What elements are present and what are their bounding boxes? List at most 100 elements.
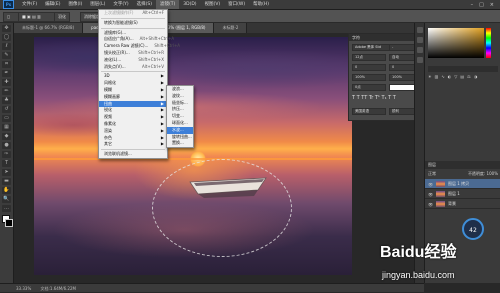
minimize-icon[interactable]: – — [471, 2, 474, 8]
font-size-field[interactable]: 12点 — [352, 54, 386, 61]
distort-menu-item[interactable]: 球面化... — [167, 120, 193, 127]
filter-menu-item[interactable]: 浏览联机滤镜... — [99, 151, 167, 158]
filter-menu-item[interactable]: 像素化 ▶ — [99, 121, 167, 128]
exposure-icon[interactable]: ◐ — [448, 74, 452, 79]
filter-menu-item[interactable]: Camera Raw 滤镜(C)... Shift+Ctrl+A — [99, 43, 180, 50]
color-balance-icon[interactable]: ⚖ — [467, 74, 471, 79]
menu-separator — [101, 149, 165, 151]
menu-item[interactable]: 文件(F) — [18, 0, 41, 9]
distort-menu-item[interactable]: 置换... — [167, 140, 193, 147]
menu-item-label: Camera Raw 滤镜(C)... — [104, 43, 149, 49]
lasso-tool-icon[interactable]: ℓ — [2, 43, 11, 50]
history-brush-tool-icon[interactable]: ↺ — [2, 106, 11, 113]
menu-item[interactable]: 图像(I) — [64, 0, 86, 9]
menu-item-label: 上次滤镜操作(F) — [104, 10, 134, 15]
text-style-buttons[interactable]: T T TT Tr T¹ T₁ T T — [352, 95, 422, 102]
visibility-eye-icon[interactable]: 👁 — [428, 182, 433, 187]
brush-tool-icon[interactable]: ✏ — [2, 88, 11, 95]
more-tools-icon[interactable]: … — [2, 205, 11, 212]
paragraph-panel-icon[interactable] — [417, 57, 423, 63]
kerning-field[interactable]: 0 — [352, 64, 386, 71]
language-select[interactable]: 美国英语 — [352, 108, 386, 115]
filter-menu-item[interactable]: 上次滤镜操作(F) Alt+Ctrl+F — [99, 10, 167, 17]
filter-menu-item[interactable]: 模糊画廊 ▶ — [99, 94, 167, 101]
gradient-tool-icon[interactable]: ▦ — [2, 124, 11, 131]
marquee-tool-icon[interactable]: ◯ — [2, 34, 11, 41]
document-tab[interactable]: 未标题-1 @ 66.7% (RGB/8) — [14, 23, 84, 33]
hue-sat-icon[interactable]: ▤ — [460, 74, 464, 79]
type-tool-icon[interactable]: T — [2, 160, 11, 167]
selection-mode-buttons[interactable]: ■ ▣ ▤ ▥ — [18, 12, 56, 22]
zoom-tool-icon[interactable]: 🔍 — [2, 196, 11, 203]
move-tool-icon[interactable]: ✥ — [2, 25, 11, 32]
path-select-tool-icon[interactable]: ➤ — [2, 169, 11, 176]
visibility-eye-icon[interactable]: 👁 — [428, 202, 433, 207]
levels-icon[interactable]: ▥ — [435, 74, 439, 79]
filter-menu-item[interactable]: 转换为智能滤镜(S) — [99, 20, 167, 27]
visibility-eye-icon[interactable]: 👁 — [428, 192, 433, 197]
layer-row[interactable]: 👁 背景 — [425, 199, 500, 209]
menu-item[interactable]: 3D(D) — [179, 0, 200, 9]
character-panel-icon[interactable] — [417, 47, 423, 53]
filter-menu-item[interactable]: 风格化 ▶ — [99, 80, 167, 87]
blend-mode-select[interactable]: 正常 — [428, 171, 436, 177]
crop-tool-icon[interactable]: ⌗ — [2, 61, 11, 68]
layer-list: 👁 图层 1 拷贝 👁 图层 1 👁 背景 — [425, 179, 500, 209]
menu-item[interactable]: 视图(V) — [201, 0, 225, 9]
color-swatches[interactable] — [2, 215, 13, 229]
document-tab[interactable]: 未标题-2 — [214, 23, 248, 33]
elliptical-selection-marquee[interactable] — [152, 159, 292, 257]
filter-menu-item[interactable]: 模糊 ▶ — [99, 87, 167, 94]
close-icon[interactable]: × — [490, 2, 494, 8]
blur-tool-icon[interactable]: ◆ — [2, 133, 11, 140]
distort-menu-item[interactable]: 波浪... — [167, 86, 193, 93]
doc-size-readout: 文档:1.64M/6.22M — [40, 286, 76, 291]
color-picker-field[interactable] — [428, 28, 484, 58]
menu-item[interactable]: 窗口(W) — [224, 0, 249, 9]
font-family-select[interactable]: Adobe 黑体 Std — [352, 44, 390, 51]
distort-menu-item[interactable]: 波纹... — [167, 93, 193, 100]
eraser-tool-icon[interactable]: ▭ — [2, 115, 11, 122]
history-panel-icon[interactable] — [417, 27, 423, 33]
dodge-tool-icon[interactable]: ● — [2, 142, 11, 149]
layer-name: 图层 1 拷贝 — [448, 180, 470, 186]
marquee-tool-icon[interactable]: ◻ — [3, 12, 19, 22]
maximize-icon[interactable]: □ — [479, 2, 484, 8]
menu-item[interactable]: 滤镜(T) — [155, 0, 180, 9]
shape-tool-icon[interactable]: ▬ — [2, 178, 11, 185]
filter-menu-item[interactable]: 镜头校正(R)... Shift+Ctrl+R — [99, 50, 167, 57]
menu-item[interactable]: 选择(S) — [133, 0, 156, 9]
brightness-icon[interactable]: ☀ — [428, 74, 432, 79]
filter-menu-item[interactable]: 其它 ▶ — [99, 141, 167, 148]
filter-menu-item[interactable]: 消失点(V)... Alt+Ctrl+V — [99, 64, 167, 71]
filter-menu-item[interactable]: 视频 ▶ — [99, 114, 167, 121]
opacity-field[interactable]: 不透明度: 100% — [468, 171, 498, 177]
menu-item[interactable]: 编辑(E) — [41, 0, 64, 9]
vibrance-icon[interactable]: ▽ — [454, 74, 457, 79]
filter-menu-item[interactable]: 液化(L)... Shift+Ctrl+X — [99, 57, 167, 64]
canvas-image[interactable] — [34, 37, 352, 275]
vertical-scale-field[interactable]: 100% — [352, 74, 386, 81]
curves-icon[interactable]: ∿ — [441, 74, 444, 79]
menu-item[interactable]: 文字(Y) — [109, 0, 132, 9]
bw-icon[interactable]: ◑ — [474, 74, 478, 79]
distort-menu-item[interactable]: 切变... — [167, 113, 193, 120]
menu-item[interactable]: 图层(L) — [86, 0, 109, 9]
baseline-shift-field[interactable]: 0点 — [352, 84, 386, 91]
healing-tool-icon[interactable]: ✚ — [2, 79, 11, 86]
quick-select-tool-icon[interactable]: ✎ — [2, 52, 11, 59]
stamp-tool-icon[interactable]: ♣ — [2, 97, 11, 104]
layer-row[interactable]: 👁 图层 1 — [425, 189, 500, 199]
menu-item[interactable]: 帮助(H) — [249, 0, 273, 9]
background-color-swatch[interactable] — [5, 219, 13, 227]
eyedropper-tool-icon[interactable]: ✒ — [2, 70, 11, 77]
filter-menu-item[interactable]: 渲染 ▶ — [99, 128, 167, 135]
distort-menu-item[interactable]: 水波... — [167, 126, 193, 134]
pen-tool-icon[interactable]: ✑ — [2, 151, 11, 158]
hand-tool-icon[interactable]: ✋ — [2, 187, 11, 194]
layer-row[interactable]: 👁 图层 1 拷贝 — [425, 179, 500, 189]
hue-slider[interactable] — [486, 28, 491, 58]
properties-panel-icon[interactable] — [417, 37, 423, 43]
submenu-arrow-icon: ▶ — [160, 141, 164, 147]
zoom-readout[interactable]: 33.33% — [16, 286, 31, 291]
